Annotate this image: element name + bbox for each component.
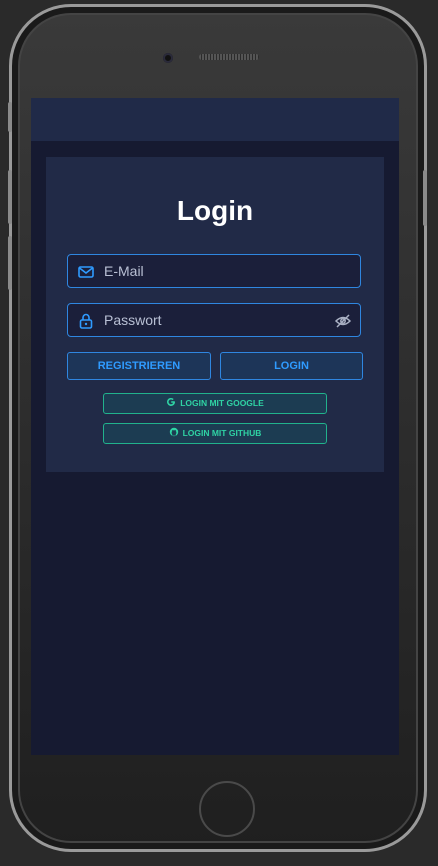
volume-down-button [8, 236, 12, 290]
github-icon [169, 427, 178, 437]
password-placeholder: Passwort [104, 312, 162, 328]
github-login-button[interactable]: LOGIN MIT GITHUB [103, 423, 327, 444]
email-placeholder: E-Mail [104, 263, 144, 279]
lock-icon [79, 313, 93, 329]
app-screen: Login E-Mail Passwort REGISTRIEREN LOGIN [31, 98, 399, 755]
eye-off-icon[interactable] [334, 312, 352, 330]
mail-icon [78, 266, 94, 278]
power-button [423, 170, 427, 226]
google-login-button[interactable]: LOGIN MIT GOOGLE [103, 393, 327, 414]
home-button[interactable] [199, 781, 255, 837]
earpiece-speaker [199, 54, 259, 60]
login-card: Login E-Mail Passwort REGISTRIEREN LOGIN [46, 157, 384, 472]
mute-switch [8, 102, 12, 132]
password-field[interactable]: Passwort [67, 303, 361, 337]
login-title: Login [176, 195, 254, 226]
login-button[interactable]: LOGIN [220, 352, 363, 380]
google-icon [167, 397, 176, 406]
email-field[interactable]: E-Mail [67, 254, 361, 288]
app-top-bar [31, 98, 399, 141]
front-camera [163, 53, 173, 63]
register-button[interactable]: REGISTRIEREN [67, 352, 211, 380]
github-login-label: LOGIN MIT GITHUB [182, 428, 262, 438]
volume-up-button [8, 170, 12, 224]
google-login-label: LOGIN MIT GOOGLE [180, 398, 264, 408]
